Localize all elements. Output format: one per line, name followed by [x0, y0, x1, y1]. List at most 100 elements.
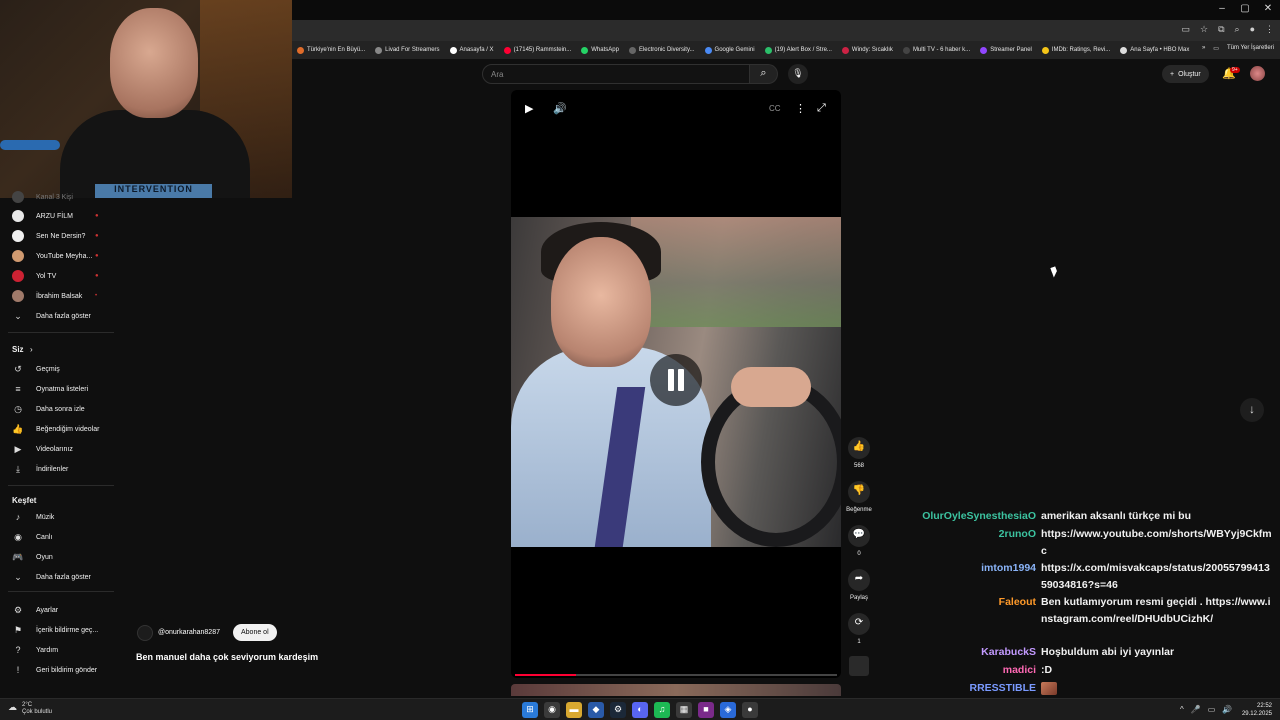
- remix-icon[interactable]: ⟳: [848, 613, 870, 635]
- bookmark-item[interactable]: Streamer Panel: [975, 46, 1037, 54]
- play-icon[interactable]: ▶: [525, 102, 533, 115]
- chevron-double-right-icon[interactable]: »: [1202, 45, 1205, 52]
- video-player[interactable]: ▶ 🔊 CC ⋮ ⤢: [511, 90, 841, 678]
- comment-icon[interactable]: 💬: [848, 525, 870, 547]
- close-window-button[interactable]: ✕: [1257, 3, 1279, 14]
- chat-username[interactable]: Faleout: [999, 594, 1036, 611]
- bookmark-star-icon[interactable]: ☆: [1200, 24, 1208, 35]
- menu-icon[interactable]: ⋮: [1265, 24, 1274, 35]
- bookmark-item[interactable]: Multi TV - 6 haber k...: [898, 46, 975, 54]
- sidebar-item[interactable]: ↺ Geçmiş: [0, 359, 116, 379]
- volume-icon[interactable]: 🔊: [553, 102, 567, 115]
- cast-icon[interactable]: ▭: [1181, 24, 1190, 35]
- sound-thumbnail[interactable]: [849, 656, 869, 676]
- chat-username[interactable]: 2runoO: [999, 526, 1036, 543]
- bookmark-item[interactable]: Windy: Sıcaklık: [837, 46, 898, 54]
- chevron-up-icon[interactable]: ^: [1180, 705, 1184, 714]
- arrow-down-icon[interactable]: ↓: [1240, 398, 1264, 422]
- volume-icon[interactable]: 🔊: [1222, 705, 1232, 714]
- sidebar-item[interactable]: ⚙ Ayarlar: [0, 600, 116, 620]
- thumb-up-icon[interactable]: 👍: [848, 437, 870, 459]
- bookmark-item[interactable]: WhatsApp: [576, 46, 624, 54]
- sidebar-item[interactable]: ⤓ İndirilenler: [0, 459, 116, 479]
- bookmark-item[interactable]: Google Gemini: [700, 46, 760, 54]
- chat-username[interactable]: imtom1994: [981, 560, 1036, 577]
- chat-username[interactable]: RRESSTIBLE: [969, 680, 1036, 697]
- spotify-icon[interactable]: ♫: [654, 702, 670, 718]
- bookmark-item[interactable]: Electronic Diversity...: [624, 46, 700, 54]
- progress-bar[interactable]: [515, 674, 837, 676]
- sidebar-item-subscription[interactable]: YouTube Meyha... ●: [0, 246, 116, 266]
- app-icon[interactable]: ◆: [588, 702, 604, 718]
- next-short-preview[interactable]: [511, 684, 841, 696]
- sidebar-item-subscription[interactable]: ARZU FİLM ●: [0, 206, 116, 226]
- start-icon[interactable]: ⊞: [522, 702, 538, 718]
- bookmark-item[interactable]: Ana Sayfa • HBO Max: [1115, 46, 1194, 54]
- obs-icon[interactable]: ●: [742, 702, 758, 718]
- network-icon[interactable]: ▭: [1208, 705, 1216, 714]
- bookmark-item[interactable]: (19) Alert Box / Stre...: [760, 46, 837, 54]
- steam-icon[interactable]: ⚙: [610, 702, 626, 718]
- sidebar-item[interactable]: 🎮 Oyun: [0, 547, 116, 567]
- action-comment[interactable]: 💬 0: [843, 525, 875, 557]
- streaming-app-icon[interactable]: ■: [698, 702, 714, 718]
- profile-icon[interactable]: ●: [1250, 24, 1255, 35]
- calculator-icon[interactable]: ▦: [676, 702, 692, 718]
- captions-icon[interactable]: CC: [769, 104, 781, 113]
- sidebar-item[interactable]: ≡ Oynatma listeleri: [0, 379, 116, 399]
- action-thumb-down[interactable]: 👎 Beğenme: [843, 481, 875, 513]
- discord-icon[interactable]: ◐: [632, 702, 648, 718]
- extensions-icon[interactable]: ⧉: [1218, 24, 1224, 35]
- sidebar-item[interactable]: ! Geri bildirim gönder: [0, 660, 116, 680]
- bookmark-item[interactable]: Türkiye'nin En Büyü...: [292, 46, 370, 54]
- action-share[interactable]: ➦ Paylaş: [843, 569, 875, 601]
- sidebar-item[interactable]: ◷ Daha sonra izle: [0, 399, 116, 419]
- sidebar-item-subscription[interactable]: İbrahim Balsak •: [0, 286, 116, 306]
- bookmark-item[interactable]: Livad For Streamers: [370, 46, 444, 54]
- bookmark-item[interactable]: (17145) Rammstein...: [499, 46, 577, 54]
- sidebar-item-subscription[interactable]: Yol TV ●: [0, 266, 116, 286]
- action-thumb-up[interactable]: 👍 568: [843, 437, 875, 469]
- thumb-down-icon[interactable]: 👎: [848, 481, 870, 503]
- maximize-button[interactable]: ▢: [1234, 3, 1256, 14]
- bookmark-item[interactable]: Anasayfa / X: [445, 46, 499, 54]
- sidebar-item-partial[interactable]: Kanal 3 Kişi: [0, 187, 116, 207]
- minimize-button[interactable]: –: [1211, 3, 1233, 14]
- channel-avatar[interactable]: [137, 625, 153, 641]
- clock[interactable]: 22:52 29.12.2025: [1242, 702, 1272, 718]
- video-frame[interactable]: [511, 217, 841, 547]
- voice-search-button[interactable]: 🎙: [788, 64, 808, 84]
- tab-search-icon[interactable]: ⌕: [1235, 24, 1240, 35]
- chat-username[interactable]: KarabuckS: [981, 644, 1036, 661]
- sidebar-item[interactable]: ◉ Canlı: [0, 527, 116, 547]
- sidebar-item[interactable]: ♪ Müzik: [0, 507, 116, 527]
- microphone-icon[interactable]: 🎤: [1191, 705, 1201, 714]
- sidebar-item[interactable]: ? Yardım: [0, 640, 116, 660]
- sidebar-item[interactable]: ▶ Videolarınız: [0, 439, 116, 459]
- file-explorer-icon[interactable]: ▬: [566, 702, 582, 718]
- sidebar-you-heading[interactable]: Siz ›: [0, 339, 116, 359]
- all-bookmarks[interactable]: » ▭ Tüm Yer İşaretleri: [1202, 45, 1274, 52]
- search-input[interactable]: Ara: [482, 64, 750, 84]
- search-button[interactable]: ⌕: [750, 64, 778, 84]
- sidebar-item[interactable]: 👍 Beğendiğim videolar: [0, 419, 116, 439]
- create-button[interactable]: + Oluştur: [1162, 65, 1209, 83]
- weather-widget[interactable]: ☁ 2°C Çok bulutlu: [8, 702, 52, 716]
- more-options-icon[interactable]: ⋮: [795, 102, 806, 115]
- bookmark-item[interactable]: IMDb: Ratings, Revi...: [1037, 46, 1115, 54]
- store-icon[interactable]: ◈: [720, 702, 736, 718]
- chat-username[interactable]: OlurOyleSynesthesiaO: [922, 508, 1036, 525]
- sidebar-item-subscription[interactable]: Sen Ne Dersin? ●: [0, 226, 116, 246]
- address-bar[interactable]: ▭ ☆ ⧉ ⌕ ● ⋮: [292, 20, 1280, 41]
- chrome-icon[interactable]: ◉: [544, 702, 560, 718]
- sidebar-item[interactable]: ⚑ İçerik bildirme geç...: [0, 620, 116, 640]
- account-avatar[interactable]: [1250, 66, 1265, 81]
- channel-name[interactable]: @onurkarahan8287: [158, 629, 220, 636]
- show-more-button[interactable]: ⌄ Daha fazla göster: [0, 567, 116, 587]
- pause-button[interactable]: [650, 354, 702, 406]
- show-more-button[interactable]: ⌄ Daha fazla göster: [0, 306, 116, 326]
- fullscreen-icon[interactable]: ⤢: [817, 102, 826, 115]
- action-remix[interactable]: ⟳ 1: [843, 613, 875, 645]
- subscribe-button[interactable]: Abone ol: [233, 624, 277, 641]
- chat-username[interactable]: madici: [1003, 662, 1036, 679]
